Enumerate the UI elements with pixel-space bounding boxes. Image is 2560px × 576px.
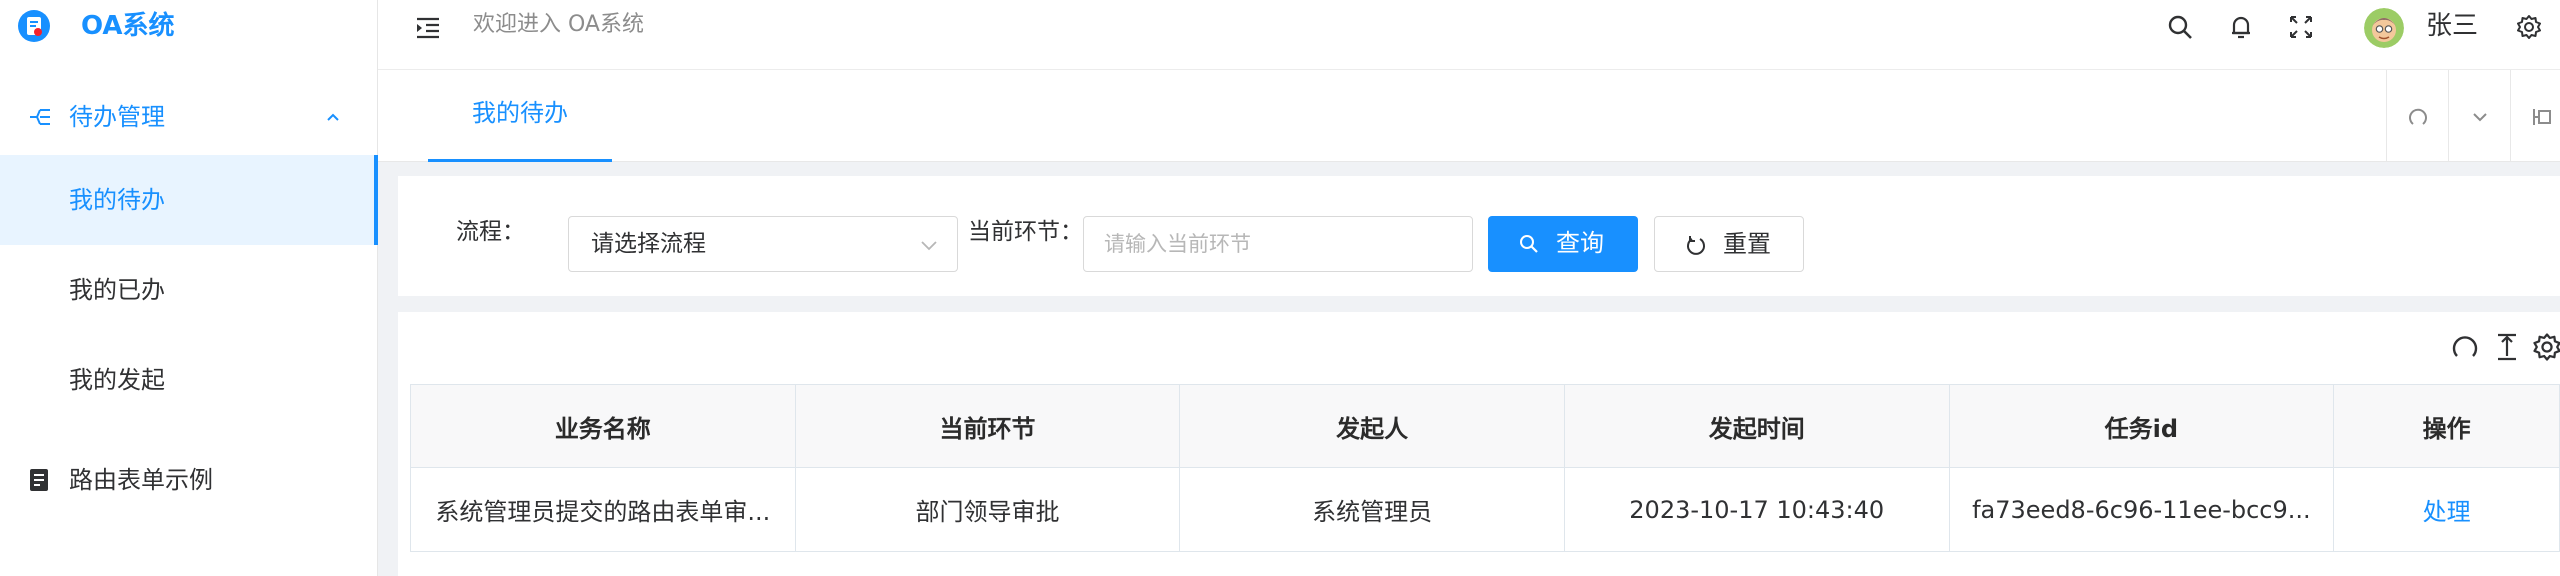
avatar[interactable] <box>2364 8 2404 48</box>
search-form: 流程： 请选择流程 当前环节： 查询 重置 <box>398 176 2560 296</box>
chevron-up-icon <box>327 113 339 121</box>
sidebar-item-my-todo[interactable]: 我的待办 <box>0 155 378 245</box>
form-icon <box>30 469 48 491</box>
tab-label: 我的待办 <box>472 99 568 127</box>
column-header[interactable]: 操作 <box>2334 385 2559 467</box>
cell-business-name: 系统管理员提交的路由表单审... <box>411 468 796 551</box>
tab-maximize-button[interactable] <box>2510 70 2560 162</box>
sidebar-item-label: 路由表单示例 <box>69 466 213 494</box>
tab-refresh-button[interactable] <box>2386 70 2448 162</box>
query-button-label: 查询 <box>1556 229 1604 257</box>
branch-icon <box>30 109 50 125</box>
chevron-down-icon <box>2473 113 2487 122</box>
sidebar-item-label: 我的发起 <box>69 366 165 394</box>
tab-my-todo[interactable]: 我的待办 <box>428 70 612 162</box>
user-avatar-image <box>2364 8 2404 48</box>
column-height-icon[interactable] <box>2490 330 2524 364</box>
process-select[interactable]: 请选择流程 <box>568 216 958 272</box>
tab-dropdown-button[interactable] <box>2448 70 2510 162</box>
column-header[interactable]: 任务id <box>1950 385 2335 467</box>
user-name[interactable]: 张三 <box>2426 9 2478 43</box>
cell-task-id: fa73eed8-6c96-11ee-bcc9... <box>1950 468 2335 551</box>
app-logo[interactable]: OA系统 <box>0 0 378 54</box>
maximize-icon <box>2533 109 2551 125</box>
table-row[interactable]: 系统管理员提交的路由表单审... 部门领导审批 系统管理员 2023-10-17… <box>410 468 2560 552</box>
reset-button[interactable]: 重置 <box>1654 216 1804 272</box>
handle-link[interactable]: 处理 <box>2334 468 2559 551</box>
cell-start-time: 2023-10-17 10:43:40 <box>1565 468 1950 551</box>
search-icon <box>1520 235 1538 253</box>
column-header[interactable]: 发起人 <box>1180 385 1565 467</box>
column-header[interactable]: 业务名称 <box>411 385 796 467</box>
welcome-text: 欢迎进入 OA系统 <box>473 12 644 37</box>
fullscreen-icon[interactable] <box>2286 12 2316 42</box>
sidebar-item-label: 我的待办 <box>69 186 165 214</box>
sidebar-item-label: 我的已办 <box>69 276 165 304</box>
current-node-input[interactable] <box>1083 216 1473 272</box>
sidebar: OA系统 待办管理 我的待办 我的已办 我的发起 路由表单示例 <box>0 0 378 576</box>
sidebar-item-my-initiated[interactable]: 我的发起 <box>0 335 378 425</box>
refresh-icon[interactable] <box>2448 330 2482 364</box>
process-select-value: 请选择流程 <box>591 231 706 257</box>
menu-fold-icon[interactable] <box>414 14 442 42</box>
search-icon[interactable] <box>2165 12 2195 42</box>
chevron-down-icon <box>921 241 937 251</box>
reset-icon <box>1687 236 1705 255</box>
current-node-label: 当前环节： <box>968 219 1083 245</box>
query-button[interactable]: 查询 <box>1488 216 1638 272</box>
column-header[interactable]: 发起时间 <box>1565 385 1950 467</box>
settings-icon[interactable] <box>2514 12 2544 42</box>
task-table-card: 业务名称 当前环节 发起人 发起时间 任务id 操作 系统管理员提交的路由表单审… <box>398 312 2560 576</box>
table-header-row: 业务名称 当前环节 发起人 发起时间 任务id 操作 <box>410 384 2560 468</box>
main-content: 流程： 请选择流程 当前环节： 查询 重置 <box>378 162 2560 576</box>
sidebar-item-route-form[interactable]: 路由表单示例 <box>0 455 378 505</box>
refresh-icon <box>2409 108 2427 125</box>
cell-initiator: 系统管理员 <box>1180 468 1565 551</box>
top-header: 欢迎进入 OA系统 张三 <box>378 0 2560 70</box>
sidebar-group-label: 待办管理 <box>69 103 165 131</box>
sidebar-group-todo[interactable]: 待办管理 <box>0 92 378 142</box>
cell-current-node: 部门领导审批 <box>796 468 1181 551</box>
reset-button-label: 重置 <box>1723 230 1771 258</box>
column-header[interactable]: 当前环节 <box>796 385 1181 467</box>
app-logo-icon <box>18 10 50 42</box>
process-label: 流程： <box>456 219 525 245</box>
bell-icon[interactable] <box>2226 12 2256 42</box>
settings-icon[interactable] <box>2530 330 2560 364</box>
sidebar-item-my-done[interactable]: 我的已办 <box>0 245 378 335</box>
tab-bar: 我的待办 <box>378 70 2560 162</box>
app-title: OA系统 <box>81 11 175 41</box>
